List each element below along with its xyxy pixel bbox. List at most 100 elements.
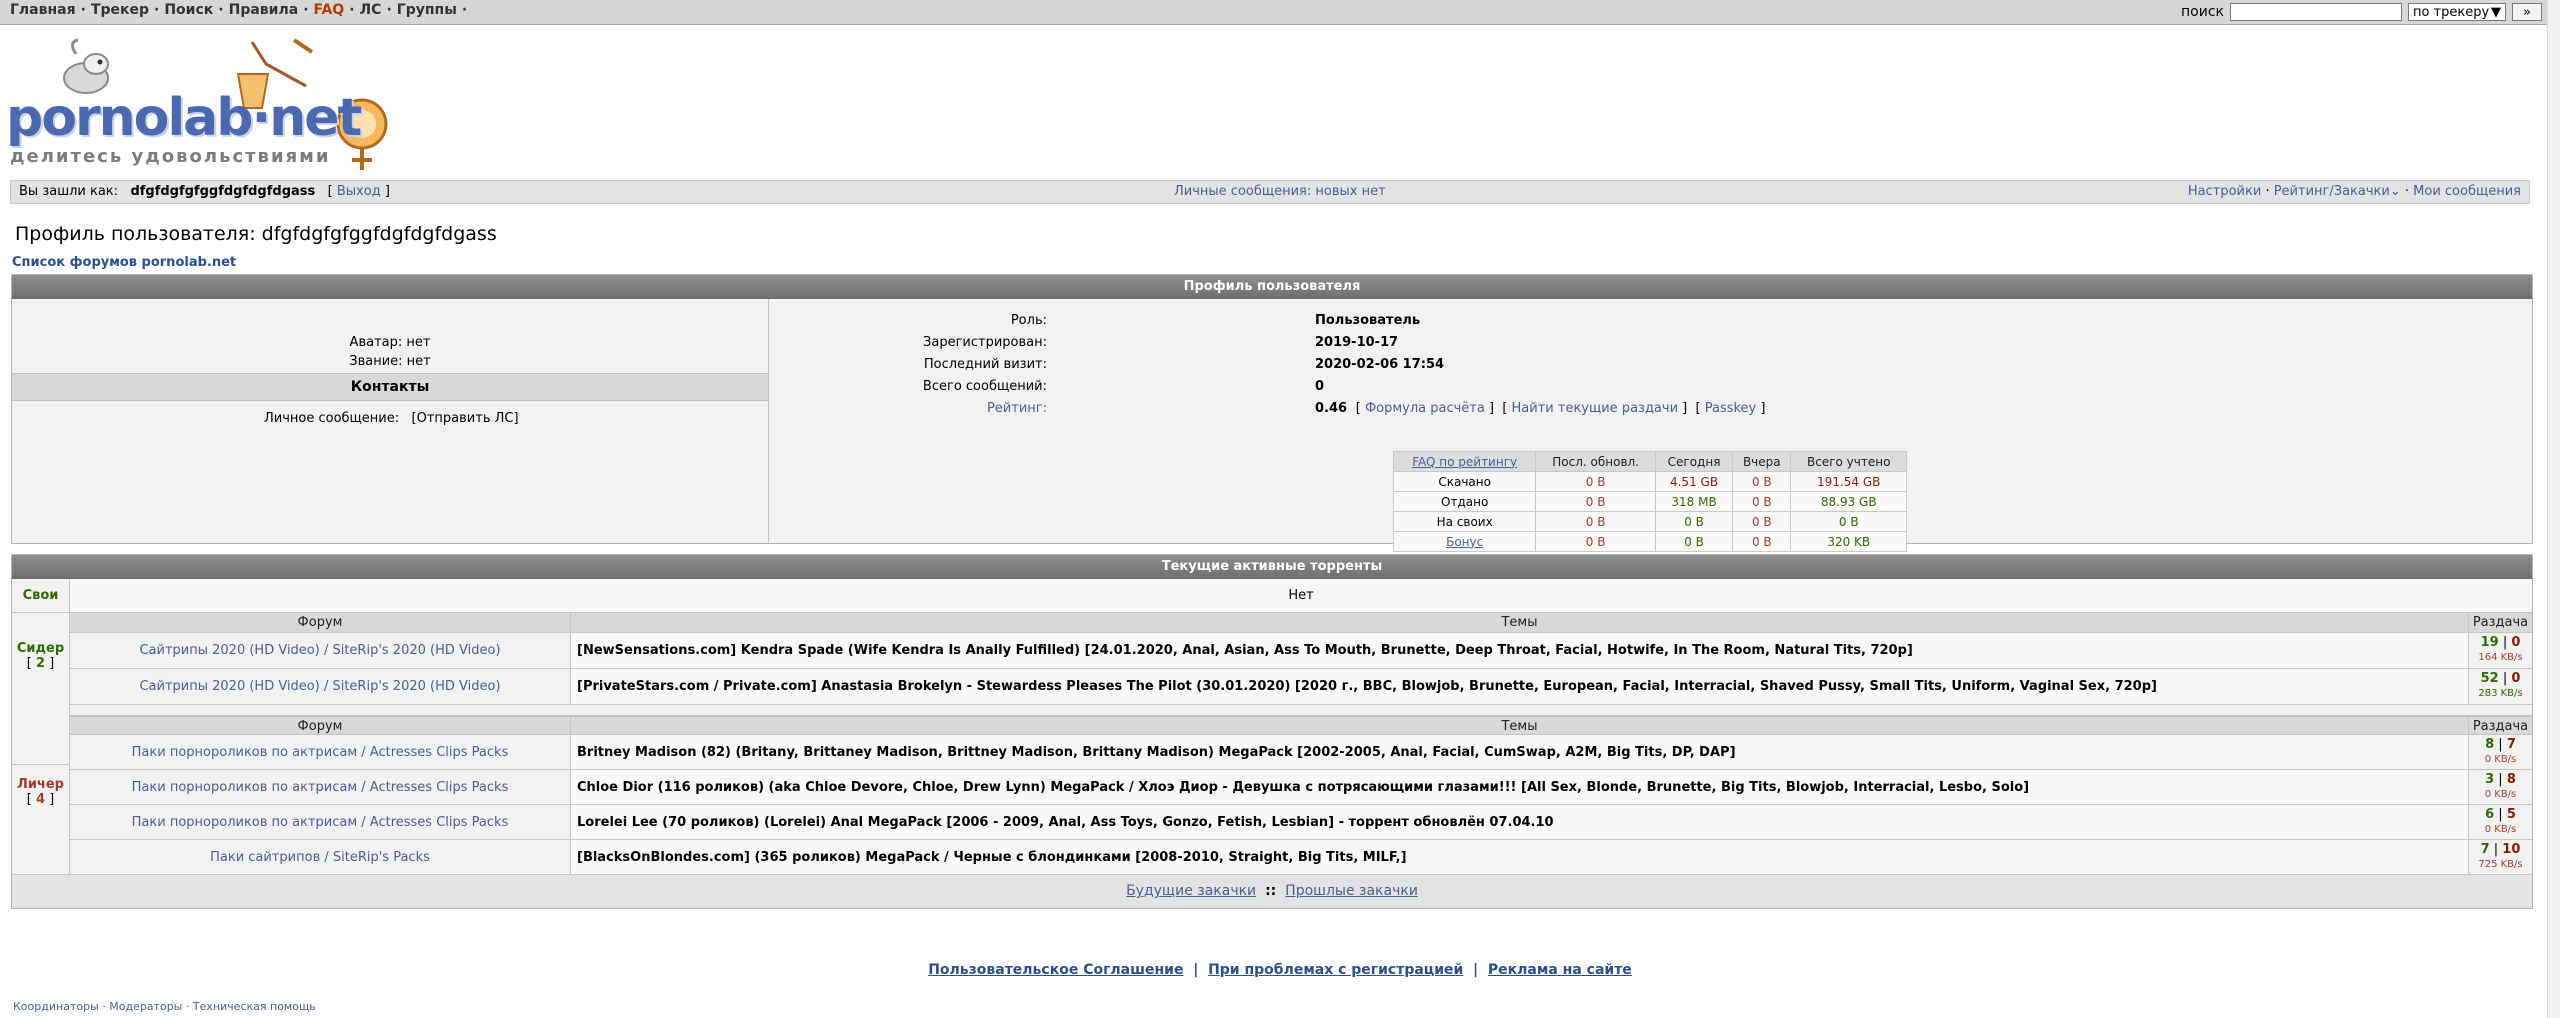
leech-count: 8 (2506, 772, 2516, 787)
leech-col-seed: Раздача (2468, 715, 2532, 735)
settings-link[interactable]: Настройки (2188, 184, 2261, 199)
forum-link[interactable]: Сайтрипы 2020 (HD Video) / SiteRip's 202… (70, 633, 570, 669)
bottom-staff-links[interactable]: Координаторы · Модераторы · Техническая … (13, 1000, 316, 1013)
stats-row-bonus: Бонус 0 B 0 B 0 B 320 KB (1392, 531, 1907, 552)
nav-rules-link[interactable]: Правила (229, 2, 299, 18)
downloads-links: Будущие закачки :: Прошлые закачки (12, 875, 2532, 908)
rating-row: 0.46 [ Формула расчёта ] [ Найти текущие… (1315, 401, 1766, 416)
forum-link[interactable]: Паки порнороликов по актрисам / Actresse… (70, 805, 570, 840)
pm-status-link[interactable]: Личные сообщения: новых нет (1174, 184, 1386, 199)
leech-col-topics: Темы (570, 715, 2468, 735)
registered-value: 2019-10-17 (1315, 335, 1399, 350)
forum-link[interactable]: Сайтрипы 2020 (HD Video) / SiteRip's 202… (70, 669, 570, 705)
chevron-down-icon: ▼ (2491, 4, 2501, 20)
chevron-down-icon[interactable]: ⌄ (2390, 184, 2401, 199)
site-logo[interactable]: pornolab·net делитесь удовольствиями (6, 34, 400, 174)
own-value: Нет (70, 579, 2532, 613)
stats-label: На своих (1392, 511, 1537, 532)
seed-col-seed: Раздача (2468, 613, 2532, 633)
registered-label: Зарегистрирован: (923, 335, 1047, 350)
nav-home-link[interactable]: Главная (10, 2, 76, 18)
leecher-label: Личер (17, 777, 64, 792)
top-menu: Главная · Трекер · Поиск · Правила · FAQ · ЛС · Груп… (10, 2, 468, 18)
leech-col-forum: Форум (70, 715, 570, 735)
last-visit-label: Последний визит: (923, 357, 1047, 372)
stats-value: 0 B (1790, 511, 1907, 532)
speed-value: 164 KB/s (2478, 652, 2523, 663)
seeds-count: 8 (2485, 737, 2495, 752)
seed-cell: 52 | 0 283 KB/s (2468, 669, 2532, 705)
seed-cell: 19 | 0 164 KB/s (2468, 633, 2532, 669)
seed-cell: 7 | 10 725 KB/s (2468, 840, 2532, 875)
find-torrents-link[interactable]: Найти текущие раздачи (1512, 401, 1679, 416)
speed-value: 283 KB/s (2478, 688, 2523, 699)
topic-link[interactable]: Britney Madison (82) (Britany, Brittaney… (570, 735, 2468, 770)
my-posts-link[interactable]: Мои сообщения (2413, 184, 2521, 199)
last-visit-value: 2020-02-06 17:54 (1315, 357, 1445, 372)
topic-link[interactable]: [NewSensations.com] Kendra Spade (Wife K… (570, 633, 2468, 669)
stats-value: 0 B (1654, 531, 1734, 552)
stats-label: Отдано (1392, 491, 1537, 512)
leech-count: 0 (2511, 635, 2521, 650)
future-downloads-link[interactable]: Будущие закачки (1126, 883, 1256, 899)
topic-link[interactable]: [PrivateStars.com / Private.com] Anastas… (570, 669, 2468, 705)
advertising-link[interactable]: Реклама на сайте (1488, 962, 1632, 978)
nav-tracker-link[interactable]: Трекер (91, 2, 149, 18)
leecher-count: 4 (35, 792, 46, 807)
speed-value: 0 KB/s (2484, 754, 2517, 765)
posts-value: 0 (1315, 379, 1325, 394)
topic-link[interactable]: [BlacksOnBlondes.com] (365 роликов) Mega… (570, 840, 2468, 875)
nav-search-link[interactable]: Поиск (164, 2, 213, 18)
speed-value: 0 KB/s (2484, 824, 2517, 835)
stats-value: 318 MB (1654, 491, 1734, 512)
nav-groups-link[interactable]: Группы (397, 2, 457, 18)
rating-link[interactable]: Рейтинг/Закачки (2274, 184, 2390, 199)
passkey-link[interactable]: Passkey (1705, 401, 1757, 416)
stats-row-uploaded: Отдано 0 B 318 MB 0 B 88.93 GB (1392, 491, 1907, 512)
scrollbar[interactable] (2547, 0, 2560, 1018)
stats-value: 0 B (1732, 471, 1792, 492)
seed-cell: 8 | 7 0 KB/s (2468, 735, 2532, 770)
nav-pm-link[interactable]: ЛС (360, 2, 382, 18)
username[interactable]: dfgfdgfgfggfdgfdgfdgass (130, 184, 315, 199)
stats-value: 191.54 GB (1790, 471, 1907, 492)
forum-link[interactable]: Паки сайтрипов / SiteRip's Packs (70, 840, 570, 875)
login-bar: Вы зашли как: dfgfdgfgfggfdgfdgfdgass [ … (10, 180, 2530, 204)
search-box: поиск по трекеру ▼ » (2181, 2, 2542, 22)
topic-link[interactable]: Lorelei Lee (70 роликов) (Lorelei) Anal … (570, 805, 2468, 840)
formula-link[interactable]: Формула расчёта (1365, 401, 1485, 416)
leech-count: 5 (2506, 807, 2516, 822)
faq-rating-link[interactable]: FAQ по рейтингу (1412, 455, 1517, 469)
rating-stats-table: FAQ по рейтингу Посл. обновл. Сегодня Вч… (1392, 451, 1907, 552)
search-go-button[interactable]: » (2512, 3, 2542, 21)
past-downloads-link[interactable]: Прошлые закачки (1285, 883, 1418, 899)
nav-faq-link[interactable]: FAQ (314, 2, 345, 18)
send-pm-link[interactable]: [Отправить ЛС] (412, 411, 519, 426)
user-menu: Настройки · Рейтинг/Закачки⌄ · Мои сообщ… (2187, 184, 2521, 199)
user-agreement-link[interactable]: Пользовательское Соглашение (928, 962, 1183, 978)
stats-value: 0 B (1535, 491, 1656, 512)
top-nav-bar: Главная · Трекер · Поиск · Правила · FAQ · ЛС · Груп… (0, 0, 2560, 25)
rating-value: 0.46 (1315, 401, 1348, 416)
search-scope-select[interactable]: по трекеру ▼ (2408, 3, 2506, 21)
stats-value: 0 B (1654, 511, 1734, 532)
leech-count: 7 (2506, 737, 2516, 752)
stats-value: 0 B (1732, 491, 1792, 512)
stats-label: Скачано (1392, 471, 1537, 492)
forums-list-link[interactable]: Список форумов pornolab.net (12, 255, 236, 270)
speed-value: 0 KB/s (2484, 789, 2517, 800)
stats-value: 0 B (1535, 511, 1656, 532)
forum-link[interactable]: Паки порнороликов по актрисам / Actresse… (70, 770, 570, 805)
rating-label[interactable]: Рейтинг: (527, 399, 1047, 419)
seed-cell: 3 | 8 0 KB/s (2468, 770, 2532, 805)
seeds-count: 6 (2485, 807, 2495, 822)
logout-link[interactable]: Выход (337, 184, 381, 199)
pm-contact-row: Личное сообщение: [Отправить ЛС] (264, 411, 519, 426)
stats-value: 0 B (1732, 531, 1792, 552)
registration-help-link[interactable]: При проблемах с регистрацией (1208, 962, 1463, 978)
search-input[interactable] (2230, 3, 2402, 21)
logo-wordmark: pornolab·net (6, 88, 362, 148)
bonus-link[interactable]: Бонус (1446, 535, 1483, 549)
topic-link[interactable]: Chloe Dior (116 роликов) (aka Chloe Devo… (570, 770, 2468, 805)
forum-link[interactable]: Паки порнороликов по актрисам / Actresse… (70, 735, 570, 770)
